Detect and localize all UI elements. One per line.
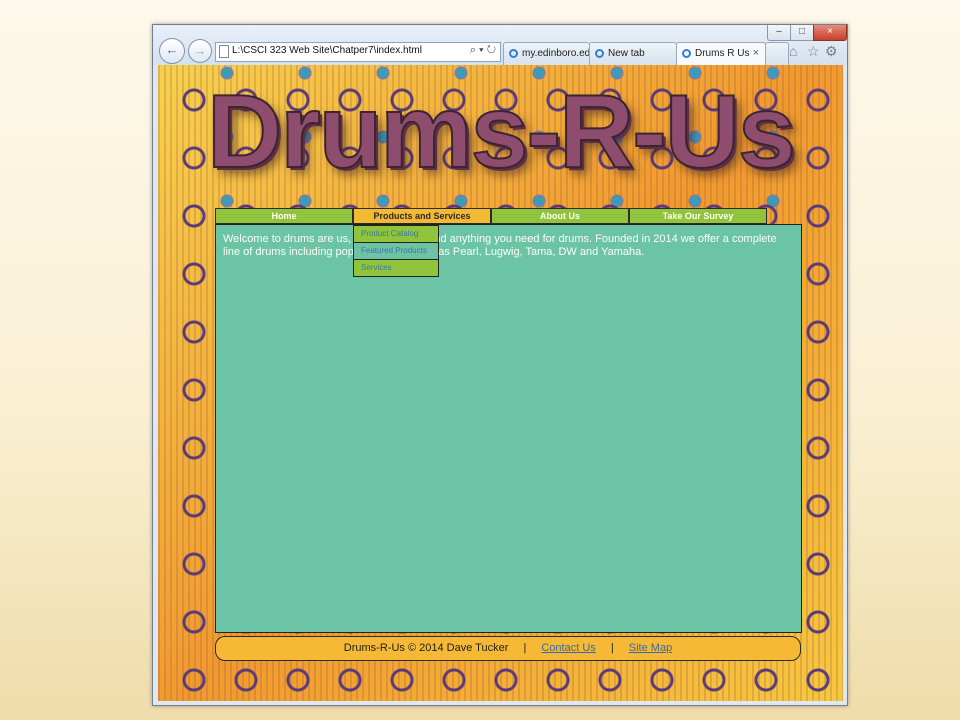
forward-arrow-icon: → <box>193 43 207 58</box>
tab-label: New tab <box>608 48 645 59</box>
footer-copyright: Drums-R-Us © 2014 Dave Tucker <box>343 642 509 654</box>
site-logo: Drums-R-Us <box>206 73 797 191</box>
back-button[interactable]: ← <box>159 38 185 64</box>
browser-window: – □ × ← → L:\CSCI 323 Web Site\Chatper7\… <box>152 24 848 706</box>
page-viewport: Drums-R-Us Home Products and Services Ab… <box>158 65 843 701</box>
address-url: L:\CSCI 323 Web Site\Chatper7\index.html <box>232 45 422 56</box>
site-map-link[interactable]: Site Map <box>629 642 672 654</box>
menu-take-our-survey[interactable]: Take Our Survey <box>629 208 767 224</box>
tab-label: my.edinboro.edu <box>522 48 590 59</box>
settings-gear-icon[interactable]: ⚙ <box>825 43 838 60</box>
menu-about-us[interactable]: About Us <box>491 208 629 224</box>
home-icon[interactable]: ⌂ <box>789 43 797 59</box>
main-content: Welcome to drums are us, where you can f… <box>215 224 802 633</box>
footer-separator: | <box>610 642 614 654</box>
minimize-button[interactable]: – <box>767 25 791 41</box>
maximize-button[interactable]: □ <box>790 25 814 41</box>
products-dropdown: Product Catalog Featured Products Servic… <box>353 225 439 277</box>
site-header: Drums-R-Us <box>158 65 843 215</box>
ie-icon <box>509 49 518 58</box>
tab-my-edinboro[interactable]: my.edinboro.edu <box>503 42 590 65</box>
close-window-button[interactable]: × <box>813 25 847 41</box>
dropdown-services[interactable]: Services <box>353 260 439 277</box>
tab-new-tab[interactable]: New tab <box>589 42 677 65</box>
dropdown-product-catalog[interactable]: Product Catalog <box>353 225 439 243</box>
back-arrow-icon: ← <box>165 42 179 57</box>
ie-icon <box>595 49 604 58</box>
menu-home[interactable]: Home <box>215 208 353 224</box>
favorites-star-icon[interactable]: ☆ <box>807 43 820 60</box>
main-menu: Home Products and Services About Us Take… <box>215 208 767 224</box>
intro-text: Welcome to drums are us, where you can f… <box>223 233 777 258</box>
footer-separator: | <box>523 642 527 654</box>
new-tab-button[interactable] <box>765 42 789 65</box>
ie-icon <box>682 49 691 58</box>
address-search-refresh-icons[interactable]: ⌕ ▾ ↻ <box>470 44 496 57</box>
forward-button[interactable]: → <box>188 39 212 63</box>
contact-us-link[interactable]: Contact Us <box>541 642 595 654</box>
dropdown-featured-products[interactable]: Featured Products <box>353 243 439 260</box>
address-bar[interactable]: L:\CSCI 323 Web Site\Chatper7\index.html… <box>215 42 501 62</box>
menu-products-services[interactable]: Products and Services <box>353 208 491 224</box>
browser-chrome: – □ × ← → L:\CSCI 323 Web Site\Chatper7\… <box>153 25 847 66</box>
page-icon <box>219 45 229 58</box>
close-tab-icon[interactable]: × <box>753 43 759 64</box>
site-footer: Drums-R-Us © 2014 Dave Tucker | Contact … <box>215 636 801 661</box>
tab-label: Drums R Us <box>695 48 750 59</box>
tab-drums-r-us[interactable]: Drums R Us × <box>676 42 766 66</box>
